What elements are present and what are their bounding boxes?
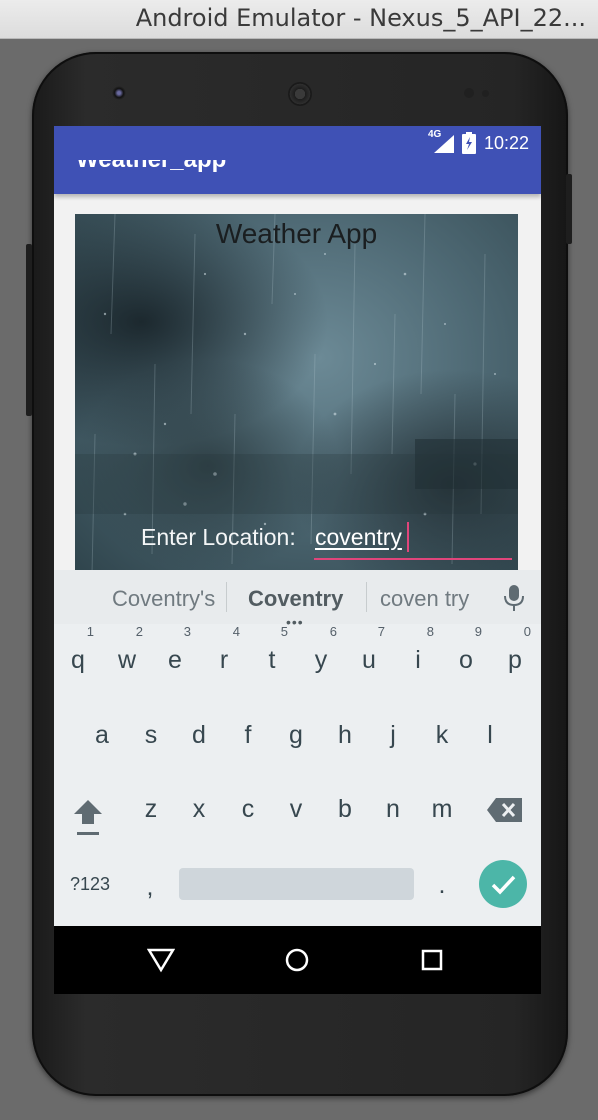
key-y[interactable]: y6	[299, 625, 343, 687]
key-hint: 7	[377, 624, 385, 639]
navigation-bar	[54, 926, 541, 994]
key-hint: 8	[426, 624, 434, 639]
key-hint: 3	[183, 624, 191, 639]
window-title: Android Emulator - Nexus_5_API_22...	[135, 4, 586, 32]
key-a[interactable]: a	[80, 708, 124, 762]
space-bar[interactable]	[179, 868, 414, 900]
battery-icon	[461, 132, 476, 154]
key-i[interactable]: i8	[396, 625, 440, 687]
soft-keyboard: Coventry's Coventry ••• coven try q1 w2 …	[54, 570, 541, 926]
key-hint: 5	[280, 624, 288, 639]
location-label: Enter Location:	[141, 524, 296, 550]
suggestion-right[interactable]: coven try	[380, 586, 469, 612]
checkmark-icon	[491, 875, 516, 895]
location-input-value[interactable]: coventry	[315, 524, 402, 551]
emulator-title-bar: Android Emulator - Nexus_5_API_22...	[0, 0, 598, 39]
microphone-icon[interactable]	[502, 584, 526, 612]
signal-icon: 4G	[428, 129, 454, 153]
comma-key[interactable]: ,	[128, 860, 172, 914]
volume-button[interactable]	[26, 244, 32, 416]
back-triangle-icon[interactable]	[146, 946, 176, 974]
recents-square-icon[interactable]	[418, 946, 446, 974]
shift-key[interactable]	[68, 794, 108, 838]
key-k[interactable]: k	[420, 708, 464, 762]
light-sensor	[482, 90, 489, 97]
key-hint: 6	[329, 624, 337, 639]
key-n[interactable]: n	[371, 782, 415, 836]
symbols-key[interactable]: ?123	[62, 857, 118, 911]
key-q[interactable]: q1	[56, 625, 100, 687]
device-screen: Weather_app 4G 10:22	[54, 126, 541, 994]
suggestion-divider	[366, 582, 367, 612]
more-suggestions-icon[interactable]: •••	[286, 614, 304, 630]
key-r[interactable]: r4	[202, 625, 246, 687]
key-o[interactable]: o9	[444, 625, 488, 687]
key-e[interactable]: e3	[153, 625, 197, 687]
weather-app-heading: Weather App	[215, 218, 378, 249]
key-b[interactable]: b	[323, 782, 367, 836]
key-g[interactable]: g	[274, 708, 318, 762]
suggestion-divider	[226, 582, 227, 612]
key-u[interactable]: u7	[347, 625, 391, 687]
key-m[interactable]: m	[420, 782, 464, 836]
key-hint: 9	[474, 624, 482, 639]
key-hint: 2	[135, 624, 143, 639]
shift-arrow-icon	[74, 800, 102, 835]
key-hint: 0	[523, 624, 531, 639]
key-d[interactable]: d	[177, 708, 221, 762]
earpiece-speaker	[288, 82, 312, 106]
power-button[interactable]	[566, 174, 572, 244]
key-h[interactable]: h	[323, 708, 367, 762]
key-hint: 4	[232, 624, 240, 639]
key-l[interactable]: l	[468, 708, 512, 762]
key-w[interactable]: w2	[105, 625, 149, 687]
status-time: 10:22	[483, 132, 529, 153]
key-x[interactable]: x	[177, 782, 221, 836]
period-key[interactable]: .	[420, 858, 464, 912]
key-hint: 1	[86, 624, 94, 639]
key-c[interactable]: c	[226, 782, 270, 836]
home-circle-icon[interactable]	[283, 946, 311, 974]
backspace-key[interactable]	[486, 796, 524, 824]
key-v[interactable]: v	[274, 782, 318, 836]
weather-background-image: Weather App Enter Location: coventry	[75, 214, 518, 574]
text-cursor	[407, 522, 409, 552]
status-bar: 4G 10:22	[54, 126, 541, 160]
key-f[interactable]: f	[226, 708, 270, 762]
location-input[interactable]: coventry	[314, 518, 512, 560]
app-bar: Weather_app	[54, 160, 541, 194]
key-t[interactable]: t5	[250, 625, 294, 687]
app-title: Weather_app	[76, 160, 226, 174]
suggestion-left[interactable]: Coventry's	[112, 586, 215, 612]
suggestion-strip: Coventry's Coventry ••• coven try	[54, 570, 541, 630]
key-s[interactable]: s	[129, 708, 173, 762]
network-type-label: 4G	[427, 129, 442, 140]
backspace-icon	[487, 798, 522, 822]
suggestion-center[interactable]: Coventry	[248, 586, 343, 612]
proximity-sensor	[464, 88, 474, 98]
front-camera-icon	[112, 86, 126, 100]
key-p[interactable]: p0	[493, 625, 537, 687]
key-z[interactable]: z	[129, 782, 173, 836]
key-j[interactable]: j	[371, 708, 415, 762]
done-key[interactable]	[479, 860, 527, 908]
